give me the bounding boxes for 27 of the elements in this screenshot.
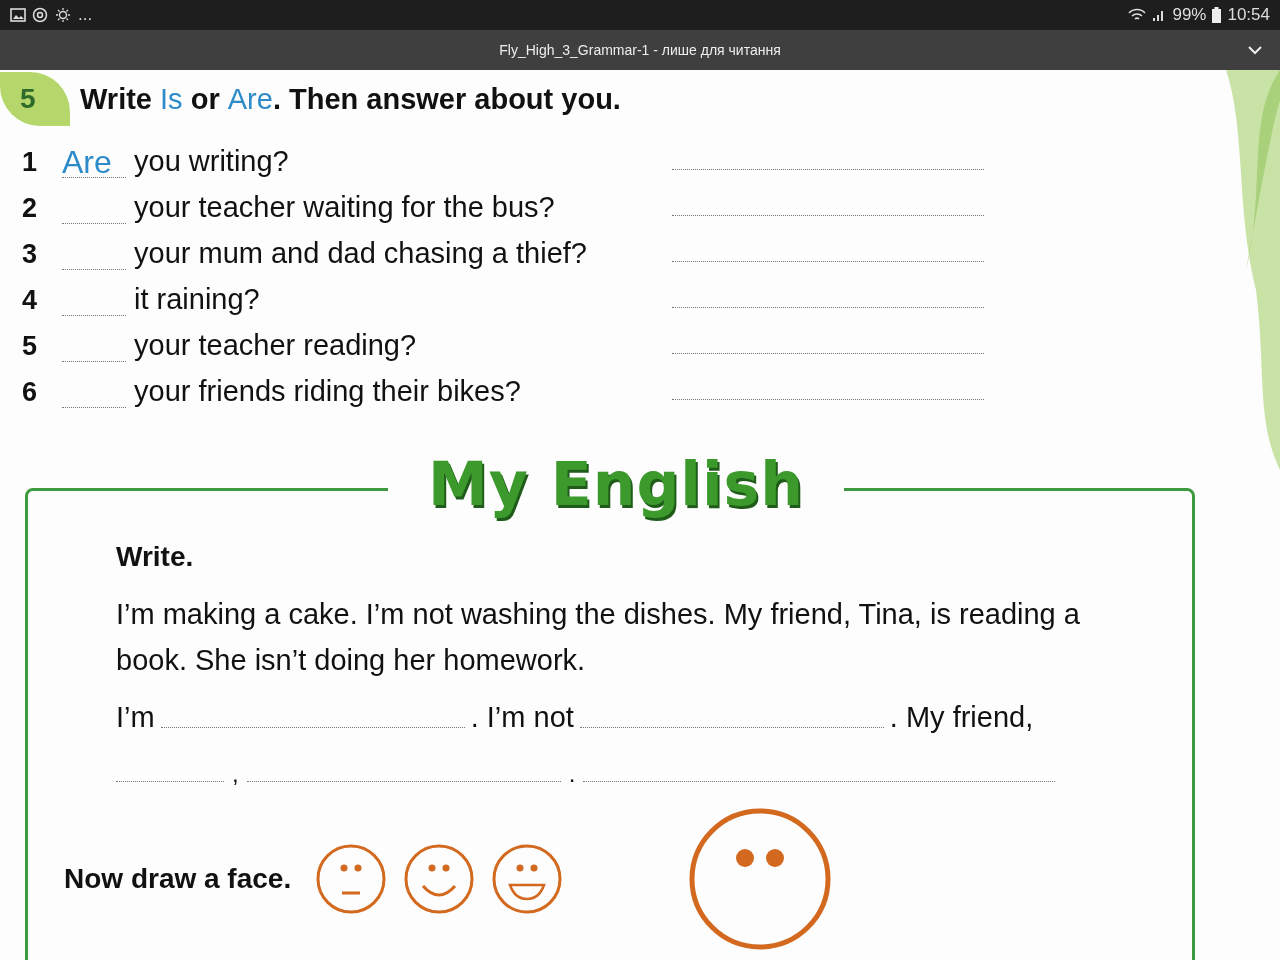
full-stop: .: [568, 760, 576, 788]
comma: ,: [232, 760, 239, 788]
item-number: 6: [22, 377, 39, 408]
sentence-start: I’m: [116, 701, 155, 734]
document-title: Fly_High_3_Grammar-1 - лише для читання: [499, 42, 781, 58]
exercise-number-leaf: 5: [0, 72, 70, 126]
example-paragraph: I’m making a cake. I’m not washing the dishes. My friend, Tina, is reading a book. She isn’t doing her homework.: [116, 597, 1081, 678]
answer-blank[interactable]: Are: [62, 147, 126, 178]
item-number: 2: [22, 193, 39, 224]
sentence-start: . I’m not: [470, 701, 574, 734]
item-number: 5: [22, 331, 39, 362]
sentence-start: . My friend,: [889, 701, 1034, 734]
more-notifications: ...: [78, 5, 93, 25]
item-number: 1: [22, 147, 39, 178]
question-text: you writing?: [134, 145, 290, 178]
face-prompt: Now draw a face.: [64, 863, 292, 895]
clock: 10:54: [1227, 5, 1270, 25]
item-number: 4: [22, 285, 39, 316]
instruction: Write.: [116, 541, 195, 573]
exercise-heading: Write Is or Are. Then answer about you.: [80, 82, 621, 116]
item-number: 3: [22, 239, 39, 270]
question-text: it raining?: [134, 283, 261, 316]
question-text: your teacher reading?: [134, 329, 418, 362]
question-text: your mum and dad chasing a thief?: [134, 237, 588, 270]
question-text: your friends riding their bikes?: [134, 375, 522, 408]
question-text: your teacher waiting for the bus?: [134, 191, 556, 224]
battery-level: 99%: [1172, 5, 1207, 25]
